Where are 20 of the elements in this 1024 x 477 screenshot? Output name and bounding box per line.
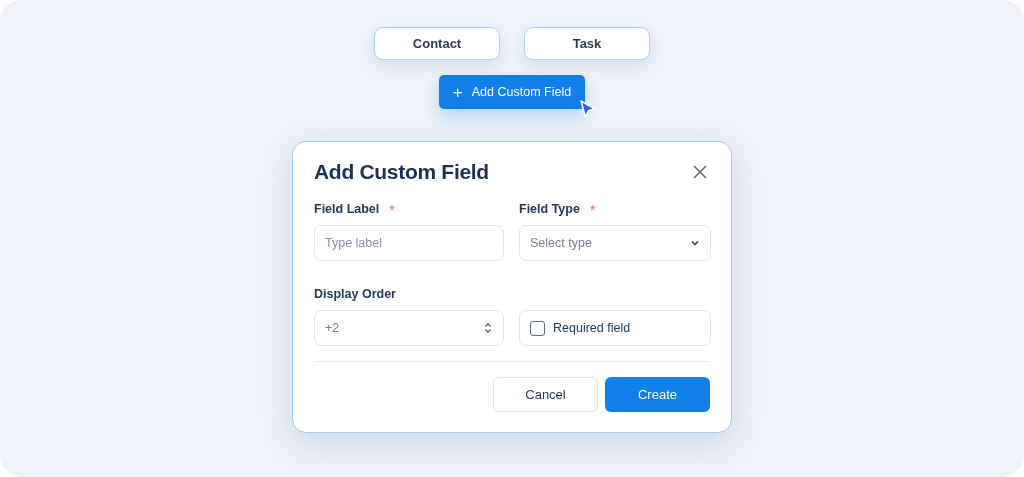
checkbox-field[interactable]: Required field: [519, 310, 711, 346]
add-custom-field-button[interactable]: + Add Custom Field: [438, 75, 586, 109]
create-button[interactable]: Create: [605, 377, 710, 412]
cancel-button[interactable]: Cancel: [493, 377, 598, 412]
select-dropdown[interactable]: Select type: [519, 225, 711, 261]
field-label: Display Order: [314, 287, 396, 301]
text-input[interactable]: Type label: [314, 225, 504, 261]
stepper-icon: [483, 322, 493, 334]
chevron-down-icon: [690, 238, 700, 248]
field-label: Field Type: [519, 202, 580, 216]
required-asterisk: *: [589, 202, 596, 218]
number-input[interactable]: +2: [314, 310, 504, 346]
field-label: Field Label: [314, 202, 380, 216]
dialog-title: Add Custom Field: [314, 160, 489, 184]
close-icon[interactable]: [692, 164, 708, 180]
record-type-button[interactable]: Contact: [374, 27, 500, 60]
record-type-button[interactable]: Task: [524, 27, 650, 60]
required-asterisk: *: [389, 202, 395, 218]
cursor-icon: [578, 99, 597, 119]
checkbox[interactable]: [530, 320, 545, 336]
